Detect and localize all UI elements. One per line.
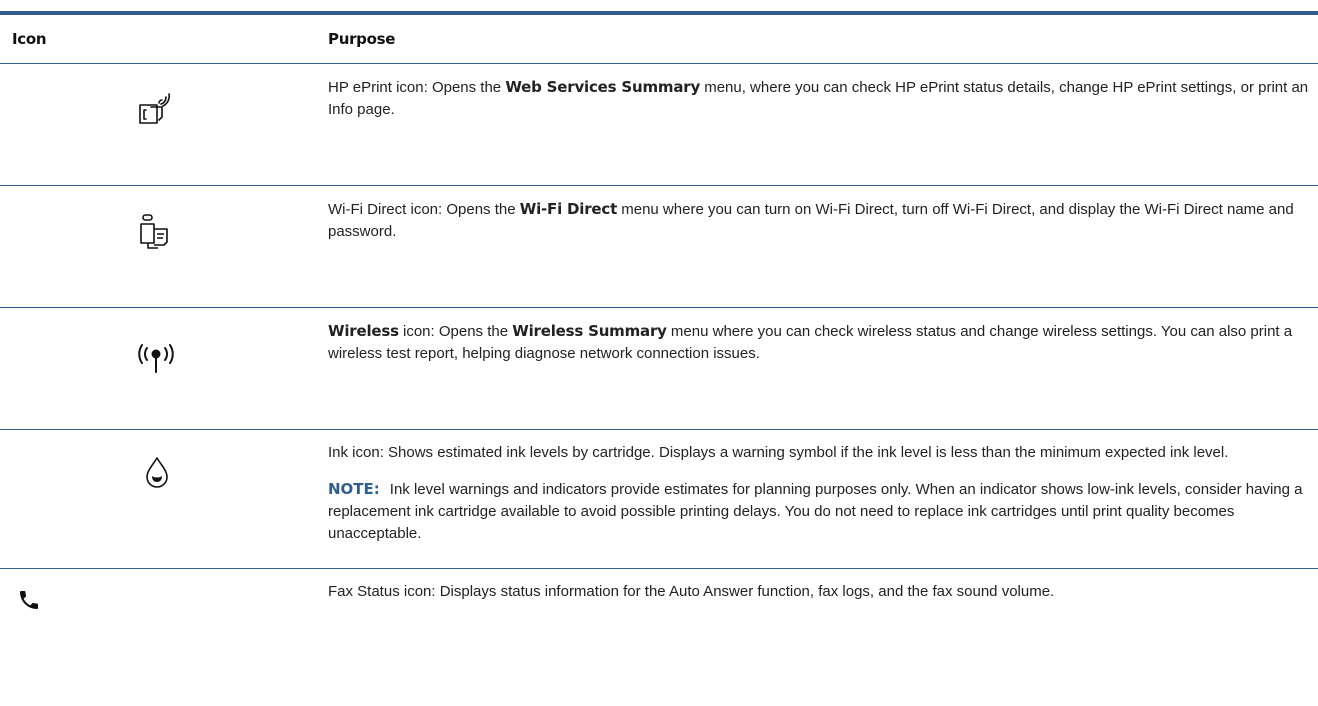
icon-cell [0, 429, 313, 569]
purpose-cell: Ink icon: Shows estimated ink levels by … [313, 429, 1318, 569]
column-header-purpose: Purpose [313, 15, 1318, 64]
icon-cell [0, 569, 313, 642]
purpose-text: HP ePrint icon: Opens the Web Services S… [328, 78, 1309, 118]
purpose-cell: Wi-Fi Direct icon: Opens the Wi-Fi Direc… [313, 185, 1318, 308]
purpose-text: Wi-Fi Direct icon: Opens the Wi-Fi Direc… [328, 200, 1294, 240]
page: Icon Purpose HP ePrint icon: Opens the W… [0, 0, 1318, 706]
purpose-text: Fax Status icon: Displays status informa… [328, 583, 1055, 600]
fax-phone-icon [20, 591, 38, 609]
table-row: HP ePrint icon: Opens the Web Services S… [0, 63, 1318, 186]
purpose-cell: HP ePrint icon: Opens the Web Services S… [313, 63, 1318, 186]
note-text: Ink level warnings and indicators provid… [328, 481, 1303, 542]
note-label: NOTE: [328, 480, 380, 498]
note-paragraph: NOTE: Ink level warnings and indicators p… [328, 478, 1310, 545]
icon-purpose-table: Icon Purpose HP ePrint icon: Opens the W… [0, 15, 1318, 641]
icon-cell [0, 307, 313, 430]
wifi-direct-icon [140, 214, 168, 249]
icon-cell [0, 63, 313, 186]
wireless-icon [138, 344, 174, 373]
purpose-cell: Fax Status icon: Displays status informa… [313, 569, 1318, 642]
eprint-icon [139, 93, 170, 124]
table-row: Fax Status icon: Displays status informa… [0, 569, 1318, 642]
table-header-row: Icon Purpose [0, 15, 1318, 64]
purpose-text: Wireless icon: Opens the Wireless Summar… [328, 322, 1293, 362]
table-row: Ink icon: Shows estimated ink levels by … [0, 429, 1318, 569]
ink-drop-icon [146, 457, 168, 488]
table-row: Wireless icon: Opens the Wireless Summar… [0, 307, 1318, 430]
column-header-icon: Icon [0, 15, 313, 64]
purpose-cell: Wireless icon: Opens the Wireless Summar… [313, 307, 1318, 430]
table-row: Wi-Fi Direct icon: Opens the Wi-Fi Direc… [0, 185, 1318, 308]
purpose-text: Ink icon: Shows estimated ink levels by … [328, 444, 1229, 461]
icon-cell [0, 185, 313, 308]
